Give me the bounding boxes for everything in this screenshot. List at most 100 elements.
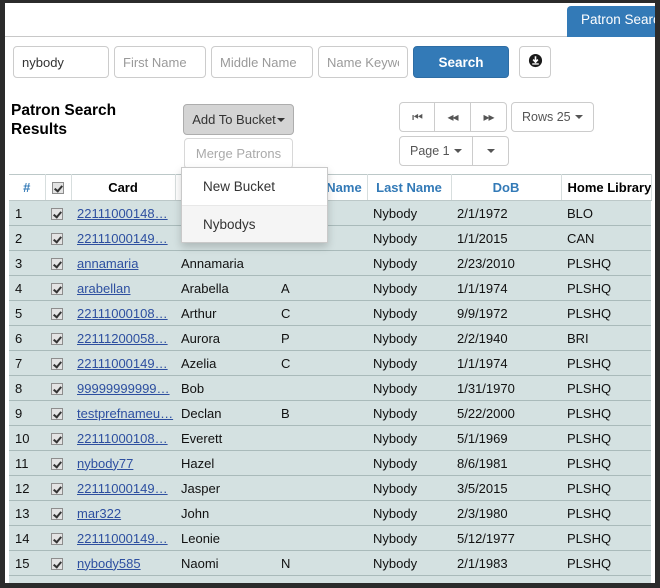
cell-last-name: Nybody — [367, 275, 451, 301]
checkbox-checked-icon[interactable] — [51, 258, 63, 271]
table-row[interactable]: 4 arabellan Arabella A Nybody 1/1/1974 PLSHQ — [9, 275, 651, 301]
page-number-dropdown[interactable]: Page 1 — [399, 136, 473, 166]
row-select-checkbox[interactable] — [45, 400, 71, 426]
patron-card-link[interactable]: 99999999999… — [77, 381, 170, 396]
patron-card-link[interactable]: arabellan — [77, 281, 131, 296]
middle-name-input[interactable] — [211, 46, 313, 78]
name-keyword-input[interactable] — [318, 46, 408, 78]
patron-card-link[interactable]: testprefnameu… — [77, 406, 173, 421]
checkbox-checked-icon[interactable] — [51, 233, 63, 246]
add-to-bucket-button[interactable]: Add To Bucket — [183, 104, 294, 135]
cell-card: annamaria — [71, 250, 175, 276]
row-select-checkbox[interactable] — [45, 325, 71, 351]
tab-patron-search[interactable]: Patron Search — [567, 6, 655, 37]
patron-card-link[interactable]: mar322 — [77, 506, 121, 521]
column-header-last-name[interactable]: Last Name — [367, 174, 452, 201]
checkbox-checked-icon[interactable] — [51, 533, 63, 546]
checkbox-checked-icon[interactable] — [51, 208, 63, 221]
select-all-checkbox[interactable] — [52, 182, 64, 194]
row-select-checkbox[interactable] — [45, 525, 71, 551]
table-row[interactable]: 15 nybody585 Naomi N Nybody 2/1/1983 PLSHQ — [9, 550, 651, 576]
row-select-checkbox[interactable] — [45, 250, 71, 276]
checkbox-checked-icon[interactable] — [51, 358, 63, 371]
table-row[interactable]: 3 annamaria Annamaria Nybody 2/23/2010 PLSHQ — [9, 250, 651, 276]
patron-card-link[interactable]: 22111200058… — [77, 331, 168, 346]
merge-patrons-button[interactable]: Merge Patrons — [184, 138, 293, 169]
card-barcode-input[interactable] — [13, 46, 109, 78]
previous-page-button[interactable]: ◂◂ — [435, 102, 471, 132]
patron-card-link[interactable]: 22111000149… — [77, 231, 168, 246]
checkbox-checked-icon[interactable] — [51, 333, 63, 346]
column-header-card[interactable]: Card — [71, 174, 176, 201]
next-page-button[interactable]: ▸▸ — [471, 102, 507, 132]
row-select-checkbox[interactable] — [45, 550, 71, 576]
cell-dob: 2/1/1972 — [451, 200, 561, 226]
column-header-home-library[interactable]: Home Library — [561, 174, 652, 201]
rows-per-page-dropdown[interactable]: Rows 25 — [511, 102, 594, 132]
table-row[interactable]: 222111000149…AnneNybody1/1/2015CAN — [9, 225, 651, 251]
cell-dob: 8/6/1981 — [451, 450, 561, 476]
table-row[interactable]: 10 22111000108… Everett Nybody 5/1/1969 PLSHQ — [9, 425, 651, 451]
patron-card-link[interactable]: 22111000149… — [77, 531, 168, 546]
checkbox-checked-icon[interactable] — [51, 408, 63, 421]
download-button[interactable] — [519, 46, 551, 78]
search-button[interactable]: Search — [413, 46, 509, 78]
patron-card-link[interactable]: nybody77 — [77, 456, 133, 471]
row-select-checkbox[interactable] — [45, 375, 71, 401]
menu-item-nybodys[interactable]: Nybodys — [182, 205, 327, 242]
first-name-input[interactable] — [114, 46, 206, 78]
patron-card-link[interactable]: 22111000149… — [77, 481, 168, 496]
checkbox-checked-icon[interactable] — [51, 433, 63, 446]
table-row[interactable]: 6 22111200058… Aurora P Nybody 2/2/1940 BRI — [9, 325, 651, 351]
row-select-checkbox[interactable] — [45, 425, 71, 451]
cell-dob: 9/9/1972 — [451, 300, 561, 326]
table-row[interactable]: 7 22111000149… Azelia C Nybody 1/1/1974 PLSHQ — [9, 350, 651, 376]
cell-card: 22111000149… — [71, 475, 175, 501]
row-number: 14 — [9, 525, 45, 551]
cell-middle-name — [275, 500, 367, 526]
table-row[interactable]: 14 22111000149… Leonie Nybody 5/12/1977 PLSHQ — [9, 525, 651, 551]
patron-card-link[interactable]: 22111000108… — [77, 431, 168, 446]
checkbox-checked-icon[interactable] — [51, 508, 63, 521]
patron-card-link[interactable]: sophyn — [77, 581, 119, 584]
checkbox-checked-icon[interactable] — [51, 283, 63, 296]
patron-card-link[interactable]: annamaria — [77, 256, 138, 271]
checkbox-checked-icon[interactable] — [51, 458, 63, 471]
patron-card-link[interactable]: 22111000108… — [77, 306, 168, 321]
pagination-row-bottom: Page 1 — [399, 136, 594, 166]
table-row[interactable]: 122111000148…AnnaNybody2/1/1972BLO — [9, 200, 651, 226]
checkbox-checked-icon[interactable] — [51, 558, 63, 571]
table-row[interactable]: 16 sophyn SophyCNybody1/1/1965PLSHQ — [9, 575, 651, 584]
table-row[interactable]: 12 22111000149… Jasper Nybody 3/5/2015 PLSHQ — [9, 475, 651, 501]
row-select-checkbox[interactable] — [45, 350, 71, 376]
cell-home-library: CAN — [561, 225, 651, 251]
table-row[interactable]: 13 mar322 John Nybody 2/3/1980 PLSHQ — [9, 500, 651, 526]
table-row[interactable]: 8 99999999999… Bob Nybody 1/31/1970 PLSHQ — [9, 375, 651, 401]
row-select-checkbox[interactable] — [45, 450, 71, 476]
page-extra-dropdown[interactable] — [472, 136, 509, 166]
checkbox-checked-icon[interactable] — [51, 483, 63, 496]
checkbox-checked-icon[interactable] — [51, 383, 63, 396]
table-row[interactable]: 5 22111000108… Arthur C Nybody 9/9/1972 PLSHQ — [9, 300, 651, 326]
checkbox-checked-icon[interactable] — [51, 308, 63, 321]
row-select-checkbox[interactable] — [45, 300, 71, 326]
patron-card-link[interactable]: 22111000149… — [77, 356, 168, 371]
column-header-select-all[interactable] — [45, 174, 72, 201]
cell-card: sophyn — [71, 575, 175, 584]
row-select-checkbox[interactable] — [45, 225, 71, 251]
patron-card-link[interactable]: 22111000148… — [77, 206, 168, 221]
row-select-checkbox[interactable] — [45, 500, 71, 526]
cell-card: 22111000149… — [71, 525, 175, 551]
column-header-number[interactable]: # — [9, 174, 46, 201]
row-number: 2 — [9, 225, 45, 251]
row-select-checkbox[interactable] — [45, 200, 71, 226]
first-page-button[interactable]: ⏮ — [399, 102, 435, 132]
menu-item-new-bucket[interactable]: New Bucket — [182, 168, 327, 205]
patron-card-link[interactable]: nybody585 — [77, 556, 141, 571]
row-select-checkbox[interactable] — [45, 475, 71, 501]
row-select-checkbox[interactable] — [45, 275, 71, 301]
column-header-dob[interactable]: DoB — [451, 174, 562, 201]
table-row[interactable]: 9 testprefnameu… Declan B Nybody 5/22/2000 PLS… — [9, 400, 651, 426]
table-row[interactable]: 11 nybody77 Hazel Nybody 8/6/1981 PLSHQ — [9, 450, 651, 476]
row-select-checkbox[interactable] — [45, 575, 71, 583]
